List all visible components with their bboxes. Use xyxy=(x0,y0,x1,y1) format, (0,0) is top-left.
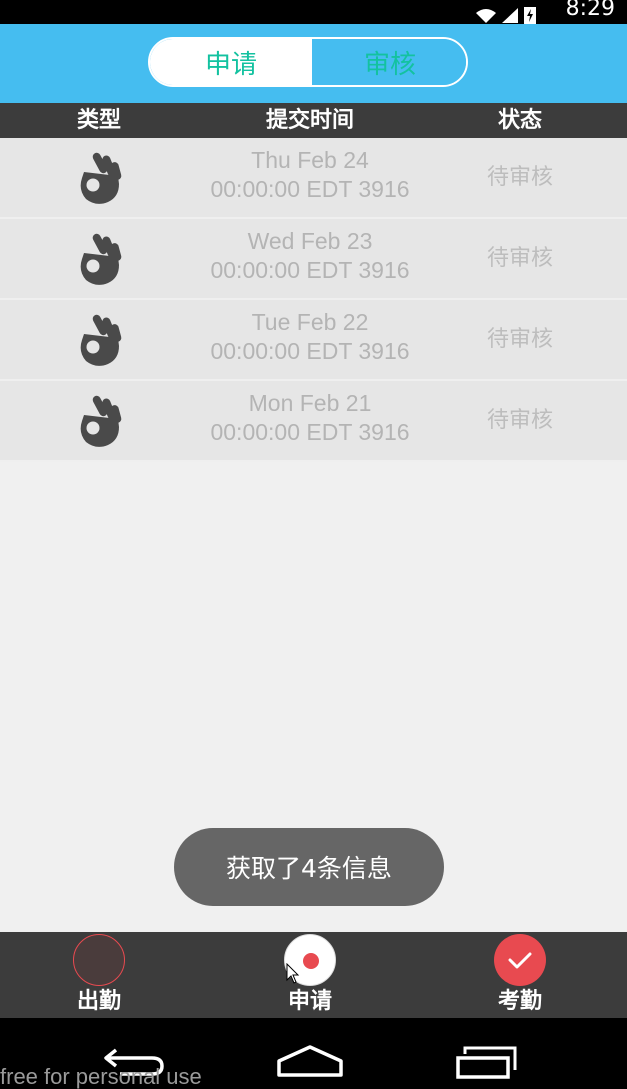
submit-timestamp: 00:00:00 EDT 3916 xyxy=(210,257,410,283)
app-screen: 8:29 申请 审核 类型 提交时间 状态 Thu Feb 24 00:00:0… xyxy=(0,0,627,1089)
submit-timestamp: 00:00:00 EDT 3916 xyxy=(210,338,410,364)
nav-attendance-label: 出勤 xyxy=(76,989,121,1014)
status-bar: 8:29 xyxy=(0,0,627,24)
table-row[interactable]: Thu Feb 24 00:00:00 EDT 3916 待审核 xyxy=(0,138,627,219)
status-text: 待审核 xyxy=(486,327,553,352)
table-row[interactable]: Mon Feb 21 00:00:00 EDT 3916 待审核 xyxy=(0,381,627,462)
status-icons xyxy=(475,0,537,24)
nav-check-in-label: 考勤 xyxy=(497,989,542,1014)
nav-apply[interactable]: 申请 xyxy=(250,932,370,1018)
app-header: 申请 审核 xyxy=(0,24,627,103)
toast-message: 获取了4条信息 xyxy=(174,828,444,906)
submit-date: Wed Feb 23 xyxy=(247,228,373,254)
submit-time: Tue Feb 22 00:00:00 EDT 3916 xyxy=(180,308,440,366)
status-time: 8:29 xyxy=(565,0,615,21)
signal-icon xyxy=(502,8,518,23)
submit-time: Mon Feb 21 00:00:00 EDT 3916 xyxy=(180,389,440,447)
submit-date: Tue Feb 22 xyxy=(251,309,369,335)
check-icon xyxy=(494,934,546,986)
request-list: Thu Feb 24 00:00:00 EDT 3916 待审核 Wed Feb… xyxy=(0,138,627,462)
column-header-type: 类型 xyxy=(76,108,121,133)
watermark-text: free for personal use xyxy=(0,1064,202,1089)
submit-time: Thu Feb 24 00:00:00 EDT 3916 xyxy=(180,146,440,204)
mouse-cursor-icon xyxy=(286,963,300,984)
submit-timestamp: 00:00:00 EDT 3916 xyxy=(210,419,410,445)
column-header-status: 状态 xyxy=(497,108,542,133)
status-text: 待审核 xyxy=(486,246,553,271)
bottom-nav: 出勤 申请 考勤 xyxy=(0,932,627,1018)
status-text: 待审核 xyxy=(486,408,553,433)
submit-date: Mon Feb 21 xyxy=(248,390,372,416)
ok-hand-icon xyxy=(80,314,122,366)
column-header-submit-time: 提交时间 xyxy=(265,108,354,133)
nav-apply-label: 申请 xyxy=(287,989,332,1014)
nav-attendance[interactable]: 出勤 xyxy=(39,932,159,1018)
segmented-control: 申请 审核 xyxy=(148,37,468,87)
recent-apps-icon[interactable] xyxy=(455,1046,519,1080)
tab-apply[interactable]: 申请 xyxy=(150,39,312,85)
home-icon[interactable] xyxy=(276,1044,344,1078)
ok-hand-icon xyxy=(80,233,122,285)
submit-time: Wed Feb 23 00:00:00 EDT 3916 xyxy=(180,227,440,285)
attendance-circle-icon xyxy=(73,934,125,986)
wifi-icon xyxy=(476,9,496,23)
status-text: 待审核 xyxy=(486,165,553,190)
table-row[interactable]: Tue Feb 22 00:00:00 EDT 3916 待审核 xyxy=(0,300,627,381)
ok-hand-icon xyxy=(80,152,122,204)
table-row[interactable]: Wed Feb 23 00:00:00 EDT 3916 待审核 xyxy=(0,219,627,300)
submit-date: Thu Feb 24 xyxy=(251,147,369,173)
tab-review[interactable]: 审核 xyxy=(312,39,466,85)
submit-timestamp: 00:00:00 EDT 3916 xyxy=(210,176,410,202)
battery-icon xyxy=(524,7,536,24)
ok-hand-icon xyxy=(80,395,122,447)
nav-check-in[interactable]: 考勤 xyxy=(460,932,580,1018)
table-header: 类型 提交时间 状态 xyxy=(0,103,627,138)
